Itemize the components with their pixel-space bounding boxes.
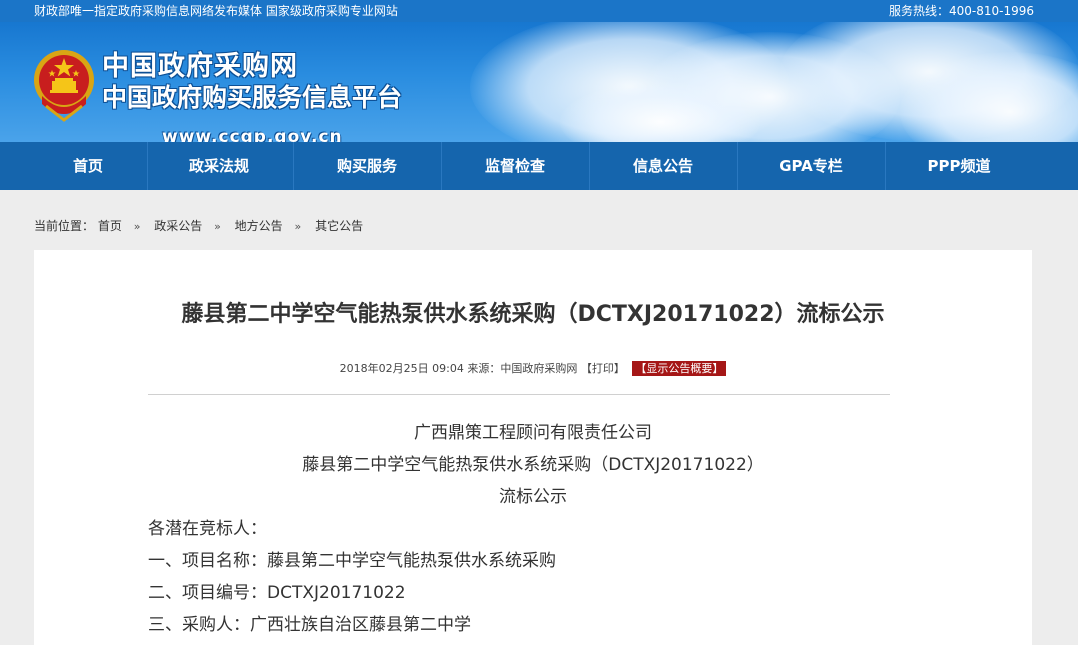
breadcrumb-separator: »	[133, 220, 141, 233]
nav-ppp[interactable]: PPP频道	[928, 142, 991, 190]
breadcrumb-home[interactable]: 首页	[98, 218, 122, 234]
publish-info: 2018年02月25日 09:04 来源：中国政府采购网	[339, 362, 578, 375]
nav-divider	[589, 142, 590, 190]
nav-purchase-services[interactable]: 购买服务	[337, 142, 397, 190]
nav-divider	[293, 142, 294, 190]
nav-divider	[147, 142, 148, 190]
article-title: 藤县第二中学空气能热泵供水系统采购（DCTXJ20171022）流标公示	[181, 302, 885, 327]
site-subtitle[interactable]: 中国政府购买服务信息平台	[102, 84, 402, 112]
show-summary-button[interactable]: 【显示公告概要】	[632, 361, 727, 376]
nav-divider	[737, 142, 738, 190]
nav-announcements[interactable]: 信息公告	[633, 142, 693, 190]
nav-home[interactable]: 首页	[73, 142, 103, 190]
site-title[interactable]: 中国政府采购网	[102, 52, 298, 82]
service-hotline: 服务热线：400-810-1996	[888, 4, 1034, 18]
article-card: 藤县第二中学空气能热泵供水系统采购（DCTXJ20171022）流标公示 201…	[34, 250, 1032, 645]
breadcrumb-local-announcements[interactable]: 地方公告	[235, 218, 283, 234]
breadcrumb-separator: »	[214, 220, 221, 233]
site-url[interactable]: www.ccgp.gov.cn	[162, 128, 343, 142]
nav-divider	[441, 142, 442, 190]
national-emblem-icon[interactable]	[32, 48, 96, 122]
salutation: 各潜在竞标人：	[148, 519, 267, 539]
print-link[interactable]: 【打印】	[581, 362, 625, 375]
breadcrumb-gov-announcements[interactable]: 政采公告	[154, 218, 202, 234]
project-heading: 藤县第二中学空气能热泵供水系统采购（DCTXJ20171022）	[302, 455, 764, 475]
nav-supervision[interactable]: 监督检查	[485, 142, 545, 190]
breadcrumb: 当前位置： 首页 » 政采公告 » 地方公告 » 其它公告	[34, 218, 363, 235]
project-name-line: 一、项目名称：藤县第二中学空气能热泵供水系统采购	[148, 551, 556, 571]
breadcrumb-separator: »	[294, 220, 302, 233]
breadcrumb-prefix: 当前位置：	[34, 219, 95, 233]
nav-divider	[885, 142, 886, 190]
project-number-line: 二、项目编号：DCTXJ20171022	[148, 583, 406, 603]
top-info-bar: 财政部唯一指定政府采购信息网络发布媒体 国家级政府采购专业网站 服务热线：400…	[0, 0, 1078, 22]
nav-regulations[interactable]: 政采法规	[189, 142, 249, 190]
purchaser-line: 三、采购人：广西壮族自治区藤县第二中学	[148, 615, 471, 635]
notice-type: 流标公示	[499, 487, 567, 507]
agency-name: 广西鼎策工程顾问有限责任公司	[414, 423, 652, 443]
site-banner: 中国政府采购网 中国政府购买服务信息平台 www.ccgp.gov.cn	[0, 22, 1078, 142]
article-meta: 2018年02月25日 09:04 来源：中国政府采购网 【打印】 【显示公告概…	[34, 361, 1032, 376]
breadcrumb-other-announcements[interactable]: 其它公告	[315, 218, 363, 234]
nav-gpa[interactable]: GPA专栏	[779, 142, 843, 190]
site-slogan: 财政部唯一指定政府采购信息网络发布媒体 国家级政府采购专业网站	[34, 4, 398, 18]
main-nav: 首页 政采法规 购买服务 监督检查 信息公告 GPA专栏 PPP频道	[0, 142, 1078, 190]
title-divider	[148, 394, 890, 395]
